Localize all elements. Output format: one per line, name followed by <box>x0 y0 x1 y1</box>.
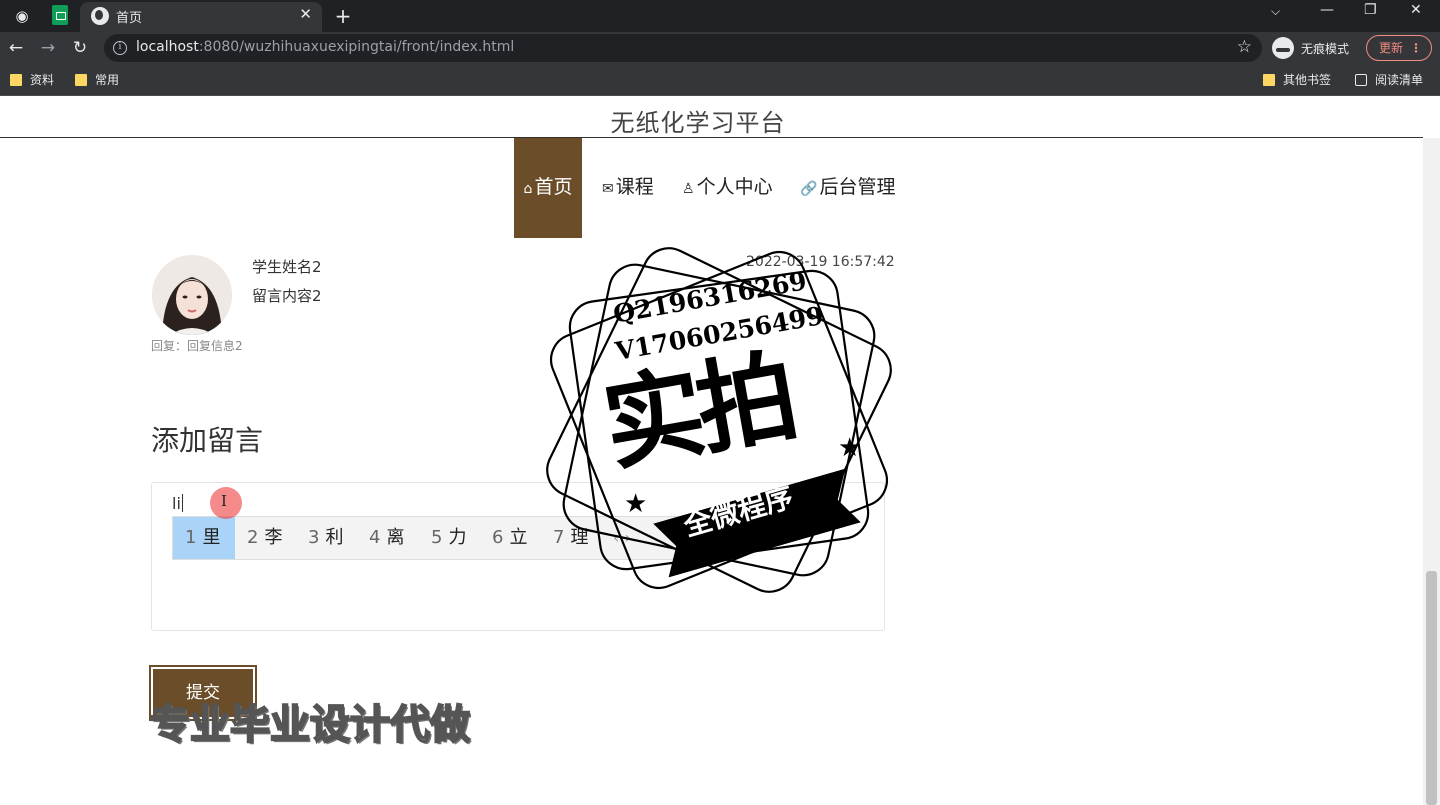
update-button[interactable]: 更新 ⋮ <box>1366 35 1432 61</box>
new-tab-icon[interactable]: + <box>332 5 354 27</box>
nav-home[interactable]: ⌂ 首页 <box>514 138 582 238</box>
ime-candidate[interactable]: 1里 <box>173 517 235 559</box>
sheets-icon[interactable] <box>52 5 68 25</box>
bookmark-folder-changyong[interactable]: 常用 <box>75 71 119 88</box>
other-bookmarks[interactable]: 其他书签 <box>1263 71 1331 88</box>
reload-icon[interactable]: ↻ <box>69 37 91 59</box>
tab-search-icon[interactable]: ⌵ <box>1271 4 1280 19</box>
back-icon[interactable]: ← <box>5 37 27 59</box>
browser-toolbar: ← → ↻ i localhost:8080/wuzhihuaxuexiping… <box>0 32 1440 64</box>
forward-icon[interactable]: → <box>37 37 59 59</box>
bookmarks-bar: 资料 常用 其他书签 阅读清单 <box>0 64 1440 96</box>
typed-text: li <box>172 494 181 513</box>
reply-text: 回复：回复信息2 <box>151 339 243 353</box>
mail-icon: ✉ <box>602 181 614 197</box>
globe-icon[interactable]: ◉ <box>11 5 33 27</box>
star-icon: ★ <box>624 489 648 519</box>
close-window-icon[interactable]: ✕ <box>1410 2 1422 18</box>
scrollbar-thumb[interactable] <box>1426 571 1437 805</box>
nav-personal-center[interactable]: ♙ 个人中心 <box>682 138 773 238</box>
avatar <box>152 255 232 335</box>
folder-icon <box>75 74 87 86</box>
incognito-label[interactable]: 无痕模式 <box>1301 40 1349 57</box>
tab-bar: ◉ 首页 ✕ + ⌵ — ❐ ✕ <box>0 0 1440 32</box>
add-message-heading: 添加留言 <box>151 424 264 457</box>
watermark-text: 专业毕业设计代做 <box>149 701 471 749</box>
ime-candidate[interactable]: 2李 <box>247 517 282 559</box>
folder-icon <box>10 74 22 86</box>
home-icon: ⌂ <box>523 181 533 197</box>
tab-home[interactable]: 首页 ✕ <box>80 2 322 32</box>
ime-candidate[interactable]: 5力 <box>431 517 466 559</box>
student-name: 学生姓名2 <box>252 258 322 276</box>
page-content: 无纸化学习平台 ⌂ 首页 ✉ 课程 ♙ 个人中心 🔗 后台管理 学生姓名2 留言内容2 … <box>0 97 1440 805</box>
bookmark-folder-ziliao[interactable]: 资料 <box>10 71 54 88</box>
star-icon: ★ <box>838 433 862 463</box>
close-tab-icon[interactable]: ✕ <box>299 5 312 23</box>
site-title: 无纸化学习平台 <box>610 109 786 137</box>
watermark-stamp: Q2196316269 V17060256499 实拍 全微程序 ★ ★ <box>522 227 917 617</box>
nav-courses[interactable]: ✉ 课程 <box>602 138 654 238</box>
tab-title: 首页 <box>116 11 143 26</box>
info-icon[interactable]: i <box>113 41 127 55</box>
page-scrollbar[interactable] <box>1423 138 1440 805</box>
address-bar[interactable]: i localhost:8080/wuzhihuaxuexipingtai/fr… <box>104 34 1262 62</box>
tab-globe-icon <box>91 7 109 25</box>
reading-list[interactable]: 阅读清单 <box>1355 71 1423 88</box>
link-icon: 🔗 <box>800 181 818 197</box>
message-content: 留言内容2 <box>252 287 322 305</box>
reading-list-icon <box>1355 74 1367 86</box>
url-text[interactable]: localhost:8080/wuzhihuaxuexipingtai/fron… <box>136 39 514 55</box>
restore-icon[interactable]: ❐ <box>1364 2 1377 18</box>
bookmark-star-icon[interactable]: ☆ <box>1237 37 1252 57</box>
user-icon: ♙ <box>682 181 695 197</box>
text-cursor-icon: I <box>221 492 227 510</box>
menu-dots-icon: ⋮ <box>1410 41 1422 55</box>
ime-candidate[interactable]: 4离 <box>369 517 404 559</box>
incognito-icon[interactable] <box>1272 37 1294 59</box>
minimize-icon[interactable]: — <box>1320 2 1334 18</box>
nav-admin[interactable]: 🔗 后台管理 <box>800 138 895 238</box>
folder-icon <box>1263 74 1275 86</box>
stamp-main-text: 实拍 <box>595 337 801 486</box>
ime-candidate[interactable]: 3利 <box>308 517 343 559</box>
